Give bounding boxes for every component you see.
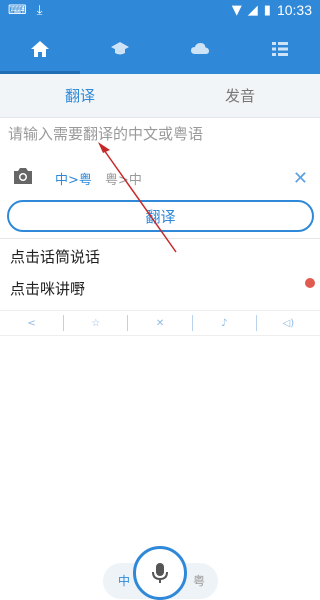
favorite-button[interactable]: ☆ xyxy=(64,315,129,331)
tab-translate[interactable]: 翻译 xyxy=(0,74,160,117)
output-cantonese: 点击咪讲嘢 xyxy=(10,280,86,298)
divider xyxy=(0,238,320,239)
red-dot-indicator[interactable] xyxy=(305,278,315,288)
top-nav xyxy=(0,24,320,74)
input-placeholder[interactable]: 请输入需要翻译的中文或粤语 xyxy=(8,123,203,144)
nav-learn[interactable] xyxy=(80,24,160,74)
microphone-icon xyxy=(152,563,168,583)
speak-button[interactable]: ◁) xyxy=(257,315,320,331)
download-icon: ⤓ xyxy=(36,3,43,18)
graduation-cap-icon xyxy=(111,42,129,55)
keyboard-icon: ⌨ xyxy=(8,3,27,18)
speaker-icon: ◁) xyxy=(282,317,295,329)
nav-cloud[interactable] xyxy=(160,24,240,74)
tab-pronounce[interactable]: 发音 xyxy=(160,74,320,117)
voice-person-button[interactable]: ♪ xyxy=(193,315,257,331)
controls-row: 中>粤 粤>中 ✕ xyxy=(0,160,320,192)
direction-yue-to-zh[interactable]: 粤>中 xyxy=(105,169,142,188)
status-right-icons: ▼ ◢ ▮ 10:33 xyxy=(232,2,312,18)
microphone-button[interactable] xyxy=(133,546,187,600)
direction-zh-to-yue[interactable]: 中>粤 xyxy=(55,169,92,188)
camera-icon[interactable] xyxy=(12,166,34,186)
voice-cantonese-button[interactable]: 粤 xyxy=(185,562,213,598)
cloud-icon xyxy=(191,43,209,54)
status-bar: ⌨ ⤓ ▼ ◢ ▮ 10:33 xyxy=(0,0,320,24)
nav-home[interactable] xyxy=(0,24,80,74)
nav-list[interactable] xyxy=(240,24,320,74)
status-time: 10:33 xyxy=(276,2,312,18)
share-icon: < xyxy=(27,317,36,329)
wifi-icon: ▼ xyxy=(231,2,242,18)
battery-icon: ▮ xyxy=(263,2,271,18)
grid-list-icon xyxy=(272,42,288,56)
star-icon: ☆ xyxy=(91,317,101,329)
action-toolbar: < ☆ ✕ ♪ ◁) xyxy=(0,310,320,336)
output-mandarin: 点击话筒说话 xyxy=(10,248,101,266)
sub-tabs: 翻译 发音 xyxy=(0,74,320,118)
signal-icon: ◢ xyxy=(247,2,258,18)
translate-button[interactable]: 翻译 xyxy=(7,200,314,232)
close-icon: ✕ xyxy=(155,317,165,329)
close-icon[interactable]: ✕ xyxy=(293,168,308,189)
delete-button[interactable]: ✕ xyxy=(128,315,193,331)
status-left-icons: ⌨ ⤓ xyxy=(8,3,43,18)
share-button[interactable]: < xyxy=(0,315,65,331)
home-icon xyxy=(31,41,49,57)
person-voice-icon: ♪ xyxy=(221,317,228,329)
